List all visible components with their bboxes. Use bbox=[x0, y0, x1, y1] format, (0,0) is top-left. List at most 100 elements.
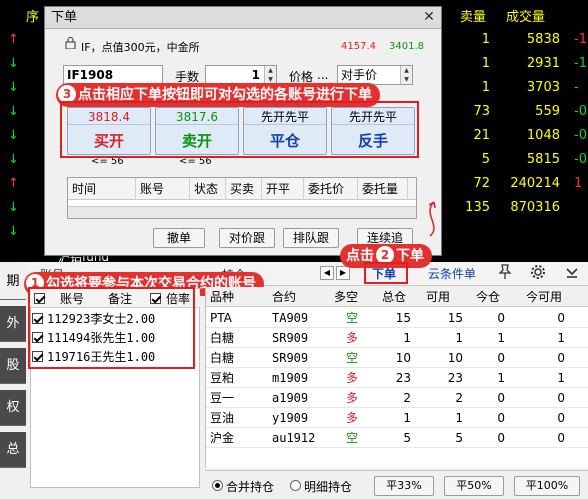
price-type-value: 对手价 bbox=[341, 68, 378, 82]
position-today-avail: 0 bbox=[557, 411, 565, 425]
side-tab[interactable]: 总 bbox=[0, 432, 26, 468]
order-col-qty: 委托量 bbox=[358, 178, 408, 200]
qty-spin-icon[interactable]: ▲ ▼ bbox=[264, 66, 276, 84]
order-col-price: 委托价 bbox=[304, 178, 358, 200]
tab-cloud-conditional[interactable]: 云条件单 bbox=[428, 265, 476, 282]
cancel-order-button[interactable]: 撤单 bbox=[153, 228, 205, 248]
gear-icon[interactable] bbox=[530, 264, 546, 283]
quote-total: 559 bbox=[535, 104, 560, 119]
position-today: 0 bbox=[497, 311, 505, 325]
contract-code-input[interactable]: IF1908 bbox=[63, 65, 163, 85]
quote-change: -0.0 bbox=[574, 104, 588, 119]
detail-position-radio[interactable] bbox=[290, 479, 301, 493]
price-more-icon[interactable]: ... bbox=[317, 68, 328, 82]
pos-col-side: 多空 bbox=[334, 290, 359, 304]
quote-total: 3703 bbox=[526, 80, 560, 95]
quote-volume: 5 bbox=[481, 152, 490, 167]
side-tab[interactable]: 外 bbox=[0, 306, 26, 342]
quote-total: 5815 bbox=[526, 152, 560, 167]
order-col-time: 时间 bbox=[68, 178, 136, 200]
tab-prev-icon[interactable]: ◀ bbox=[320, 266, 334, 280]
step1-highlight bbox=[28, 287, 195, 369]
position-total: 15 bbox=[395, 311, 411, 325]
merge-position-radio[interactable] bbox=[212, 479, 223, 493]
arrow-down-icon: ↓ bbox=[8, 56, 19, 71]
close-icon[interactable]: ✕ bbox=[419, 9, 439, 27]
quote-volume: 1 bbox=[481, 80, 490, 95]
qty-stepper[interactable]: 1 ▲ ▼ bbox=[205, 65, 277, 85]
quote-total: 240214 bbox=[510, 176, 560, 191]
position-side: 多 bbox=[346, 331, 359, 345]
price-type-select[interactable]: 对手价 ▲ ▼ bbox=[337, 65, 413, 85]
quote-change: -1 bbox=[574, 32, 587, 47]
close-33-button[interactable]: 平33% bbox=[374, 476, 434, 496]
quote-volume: 135 bbox=[465, 200, 490, 215]
quote-total: 1048 bbox=[526, 128, 560, 143]
position-side: 多 bbox=[346, 411, 359, 425]
position-contract: TA909 bbox=[272, 311, 309, 325]
position-contract: SR909 bbox=[272, 331, 309, 345]
position-row[interactable]: 豆油 y1909 多 1 1 0 0 bbox=[206, 408, 588, 428]
tab-next-icon[interactable]: ▶ bbox=[336, 266, 350, 280]
arrow-down-icon: ↓ bbox=[8, 200, 19, 215]
position-avail: 1 bbox=[455, 411, 463, 425]
pos-col-today-avail: 今可用 bbox=[526, 290, 563, 304]
position-side: 空 bbox=[346, 431, 359, 445]
arrow-down-icon: ↓ bbox=[8, 224, 19, 239]
position-table: 品种 合约 多空 总仓 可用 今仓 今可用 PTA TA909 空 15 15 0 0 白糖 S… bbox=[205, 287, 588, 468]
quote-volume: 73 bbox=[473, 104, 490, 119]
quote-volume: 1 bbox=[481, 32, 490, 47]
position-side: 多 bbox=[346, 391, 359, 405]
quote-total: 870316 bbox=[510, 200, 560, 215]
qty-value: 1 bbox=[251, 68, 260, 82]
follow-opposite-button[interactable]: 对价跟 bbox=[219, 228, 275, 248]
quote-change: -1 bbox=[574, 56, 587, 71]
order-col-side: 买卖 bbox=[226, 178, 262, 200]
quote-change: -0.1 bbox=[574, 152, 588, 167]
merge-position-label: 合并持仓 bbox=[226, 480, 275, 494]
position-row[interactable]: PTA TA909 空 15 15 0 0 bbox=[206, 308, 588, 328]
side-tab[interactable]: 期 bbox=[0, 264, 26, 300]
chevron-down-icon[interactable] bbox=[564, 264, 580, 283]
position-contract: SR909 bbox=[272, 351, 309, 365]
position-avail: 15 bbox=[447, 311, 463, 325]
order-table-scrollbar[interactable] bbox=[68, 206, 416, 218]
position-contract: m1909 bbox=[272, 371, 309, 385]
position-avail: 1 bbox=[455, 331, 463, 345]
position-today-avail: 0 bbox=[557, 351, 565, 365]
position-total: 10 bbox=[395, 351, 411, 365]
position-row[interactable]: 豆一 a1909 多 2 2 0 0 bbox=[206, 388, 588, 408]
pin-icon[interactable] bbox=[498, 264, 512, 284]
side-tab[interactable]: 股 bbox=[0, 348, 26, 384]
position-today: 0 bbox=[497, 411, 505, 425]
position-row[interactable]: 豆粕 m1909 多 23 23 1 1 bbox=[206, 368, 588, 388]
arrow-down-icon: ↓ bbox=[8, 104, 19, 119]
quote-volume: 72 bbox=[473, 176, 490, 191]
lock-icon bbox=[65, 37, 76, 52]
follow-queue-button[interactable]: 排队跟 bbox=[283, 228, 339, 248]
close-100-button[interactable]: 平100% bbox=[514, 476, 580, 496]
position-row[interactable]: 白糖 SR909 多 1 1 1 1 bbox=[206, 328, 588, 348]
detail-position-label: 明细持仓 bbox=[304, 480, 353, 494]
position-avail: 23 bbox=[447, 371, 463, 385]
step3-highlight bbox=[60, 101, 419, 158]
position-row[interactable]: 沪金 au1912 空 5 5 0 0 bbox=[206, 428, 588, 448]
position-avail: 2 bbox=[455, 391, 463, 405]
pos-col-today: 今仓 bbox=[476, 290, 501, 304]
close-50-button[interactable]: 平50% bbox=[444, 476, 504, 496]
position-avail: 10 bbox=[447, 351, 463, 365]
order-col-status: 状态 bbox=[190, 178, 226, 200]
price-spin-icon[interactable]: ▲ ▼ bbox=[400, 66, 412, 84]
quote-volume: 1 bbox=[481, 56, 490, 71]
position-row[interactable]: 白糖 SR909 空 10 10 0 0 bbox=[206, 348, 588, 368]
position-side: 空 bbox=[346, 311, 359, 325]
position-product: 沪金 bbox=[210, 431, 235, 445]
quote-volume: 21 bbox=[473, 128, 490, 143]
position-total: 1 bbox=[403, 331, 411, 345]
quote-total: 5838 bbox=[526, 32, 560, 47]
curve-arrow-icon bbox=[428, 201, 436, 237]
pos-col-contract: 合约 bbox=[272, 290, 297, 304]
side-tab[interactable]: 权 bbox=[0, 390, 26, 426]
price-high: 4157.4 bbox=[341, 41, 376, 52]
position-product: PTA bbox=[210, 311, 232, 325]
